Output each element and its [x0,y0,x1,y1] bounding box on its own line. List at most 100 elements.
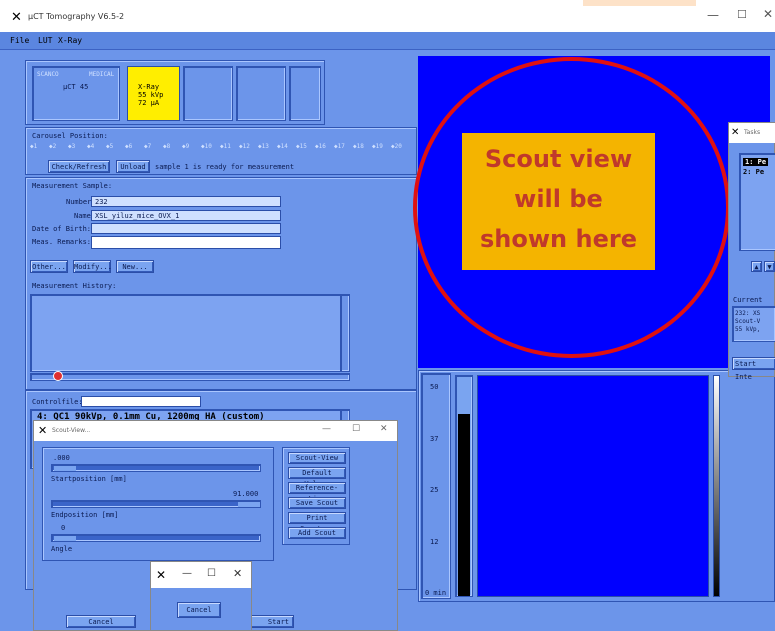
mini-dialog-minimize-icon[interactable]: — [182,568,192,579]
remarks-label: Meas. Remarks: [32,238,92,246]
end-label: Endposition [mm] [51,511,119,519]
scale-tick-37: 37 [430,435,439,443]
menu-lut[interactable]: LUT [38,36,52,45]
carousel-position-label: 1 [33,143,38,150]
number-field[interactable]: 232 [91,196,281,207]
app-x-icon: ✕ [11,10,22,25]
scout-callout-line-3: shown here [480,225,637,253]
carousel-position-18[interactable]: ◆18 [353,143,364,150]
carousel-position-8[interactable]: ◆8 [163,143,170,150]
carousel-position-12[interactable]: ◆12 [239,143,250,150]
end-slider[interactable] [51,500,261,508]
carousel-position-19[interactable]: ◆19 [372,143,383,150]
start-interactive-button[interactable]: Start Inte [732,357,775,381]
carousel-position-label: 8 [166,143,171,150]
carousel-position-15[interactable]: ◆15 [296,143,307,150]
dob-field[interactable] [91,223,281,234]
modify-button[interactable]: Modify... [73,260,112,273]
menu-xray[interactable]: X-Ray [58,36,82,45]
title-tab-highlight [583,0,696,6]
carousel-position-label: 16 [318,143,326,150]
minimize-icon[interactable]: — [695,8,731,22]
history-vscrollbar[interactable] [340,294,350,372]
history-hscrollbar[interactable] [30,371,350,381]
start-slider-thumb[interactable] [54,466,76,471]
mini-dialog-close-icon[interactable]: ✕ [233,567,242,580]
end-slider-thumb[interactable] [238,502,260,507]
tasks-up-button[interactable]: ▲ [751,261,762,272]
mini-cancel-button[interactable]: Cancel [177,602,221,618]
carousel-position-9[interactable]: ◆9 [182,143,189,150]
scout-cancel-button[interactable]: Cancel [66,615,136,628]
sample-section-label: Measurement Sample: [32,182,113,190]
close-icon[interactable]: ✕ [763,7,773,21]
xray-line-3: 72 µA [138,99,160,107]
print-scout-button[interactable]: Print Scout... [288,512,346,533]
carousel-position-17[interactable]: ◆17 [334,143,345,150]
history-list[interactable] [30,294,348,372]
scale-tick-12: 12 [430,538,439,546]
carousel-position-7[interactable]: ◆7 [144,143,151,150]
carousel-position-4[interactable]: ◆4 [87,143,94,150]
carousel-position-14[interactable]: ◆14 [277,143,288,150]
detector-view [477,375,709,597]
scale-panel: 50 37 25 12 0 min [418,370,775,602]
scout-view-button[interactable]: Scout-View [288,452,346,464]
save-scout-button[interactable]: Save Scout [288,497,346,509]
carousel-position-11[interactable]: ◆11 [220,143,231,150]
start-scan-button[interactable]: Start Scan [248,615,294,628]
scout-dialog-title: Scout-View... [52,427,91,434]
carousel-position-1[interactable]: ◆1 [30,143,37,150]
menu-file[interactable]: File [10,36,29,45]
carousel-position-label: 19 [375,143,383,150]
reference-line-button[interactable]: Reference-Line [288,482,346,503]
name-field[interactable]: XSL_yiluz_mice_OVX_1 [91,210,281,221]
angle-slider[interactable] [51,534,261,542]
new-button[interactable]: New... [116,260,154,273]
carousel-position-6[interactable]: ◆6 [125,143,132,150]
hscroll-thumb[interactable] [53,371,63,381]
tasks-title: Tasks [744,129,761,136]
remarks-field[interactable] [91,236,281,249]
carousel-position-5[interactable]: ◆5 [106,143,113,150]
tasks-list[interactable]: 1: Pe 2: Pe [739,153,775,251]
tasks-down-button[interactable]: ▼ [764,261,775,272]
carousel-position-label: 20 [394,143,402,150]
default-values-button[interactable]: Default Values [288,467,346,488]
scout-dialog-minimize-icon[interactable]: — [322,424,331,434]
angle-slider-thumb[interactable] [54,536,76,541]
angle-label: Angle [51,545,73,553]
history-label: Measurement History: [32,282,117,290]
carousel-position-10[interactable]: ◆10 [201,143,212,150]
progress-bar-track [455,375,473,597]
carousel-position-label: 7 [147,143,152,150]
mini-dialog-maximize-icon[interactable]: ☐ [207,568,216,579]
carousel-position-label: 12 [242,143,250,150]
carousel-position-label: 3 [71,143,76,150]
scout-dialog-close-icon[interactable]: ✕ [380,424,388,434]
unload-button[interactable]: Unload [116,160,150,173]
carousel-positions: ◆1 ◆2 ◆3 ◆4 ◆5 ◆6 ◆7 ◆8 ◆9 ◆10 ◆11 ◆12 ◆13 ◆14 ◆15 ◆16 ◆… [30,143,410,153]
carousel-position-13[interactable]: ◆13 [258,143,269,150]
tasks-current-label: Current [733,296,763,304]
maximize-icon[interactable]: ☐ [737,8,747,21]
controlfile-field[interactable] [81,396,201,407]
carousel-position-3[interactable]: ◆3 [68,143,75,150]
add-scout-button[interactable]: Add Scout [288,527,346,539]
task-item-1[interactable]: 1: Pe [743,158,769,166]
start-slider[interactable] [51,464,261,472]
carousel-position-16[interactable]: ◆16 [315,143,326,150]
carousel-position-2[interactable]: ◆2 [49,143,56,150]
scale-label-column: 50 37 25 12 0 min [421,373,451,599]
task-item-2[interactable]: 2: Pe [743,168,764,176]
carousel-position-20[interactable]: ◆20 [391,143,402,150]
tasks-current-1: 232: XS [735,310,761,317]
mini-dialog: ✕ — ☐ ✕ Cancel [150,561,252,631]
scout-callout-line-1: Scout view [484,145,633,173]
scout-callout-line-2: will be [514,185,603,213]
device-model: µCT 45 [63,83,89,91]
check-refresh-button[interactable]: Check/Refresh [48,160,110,173]
carousel-position-label: 13 [261,143,269,150]
scout-dialog-maximize-icon[interactable]: ☐ [352,424,360,434]
other-button[interactable]: Other... [30,260,68,273]
